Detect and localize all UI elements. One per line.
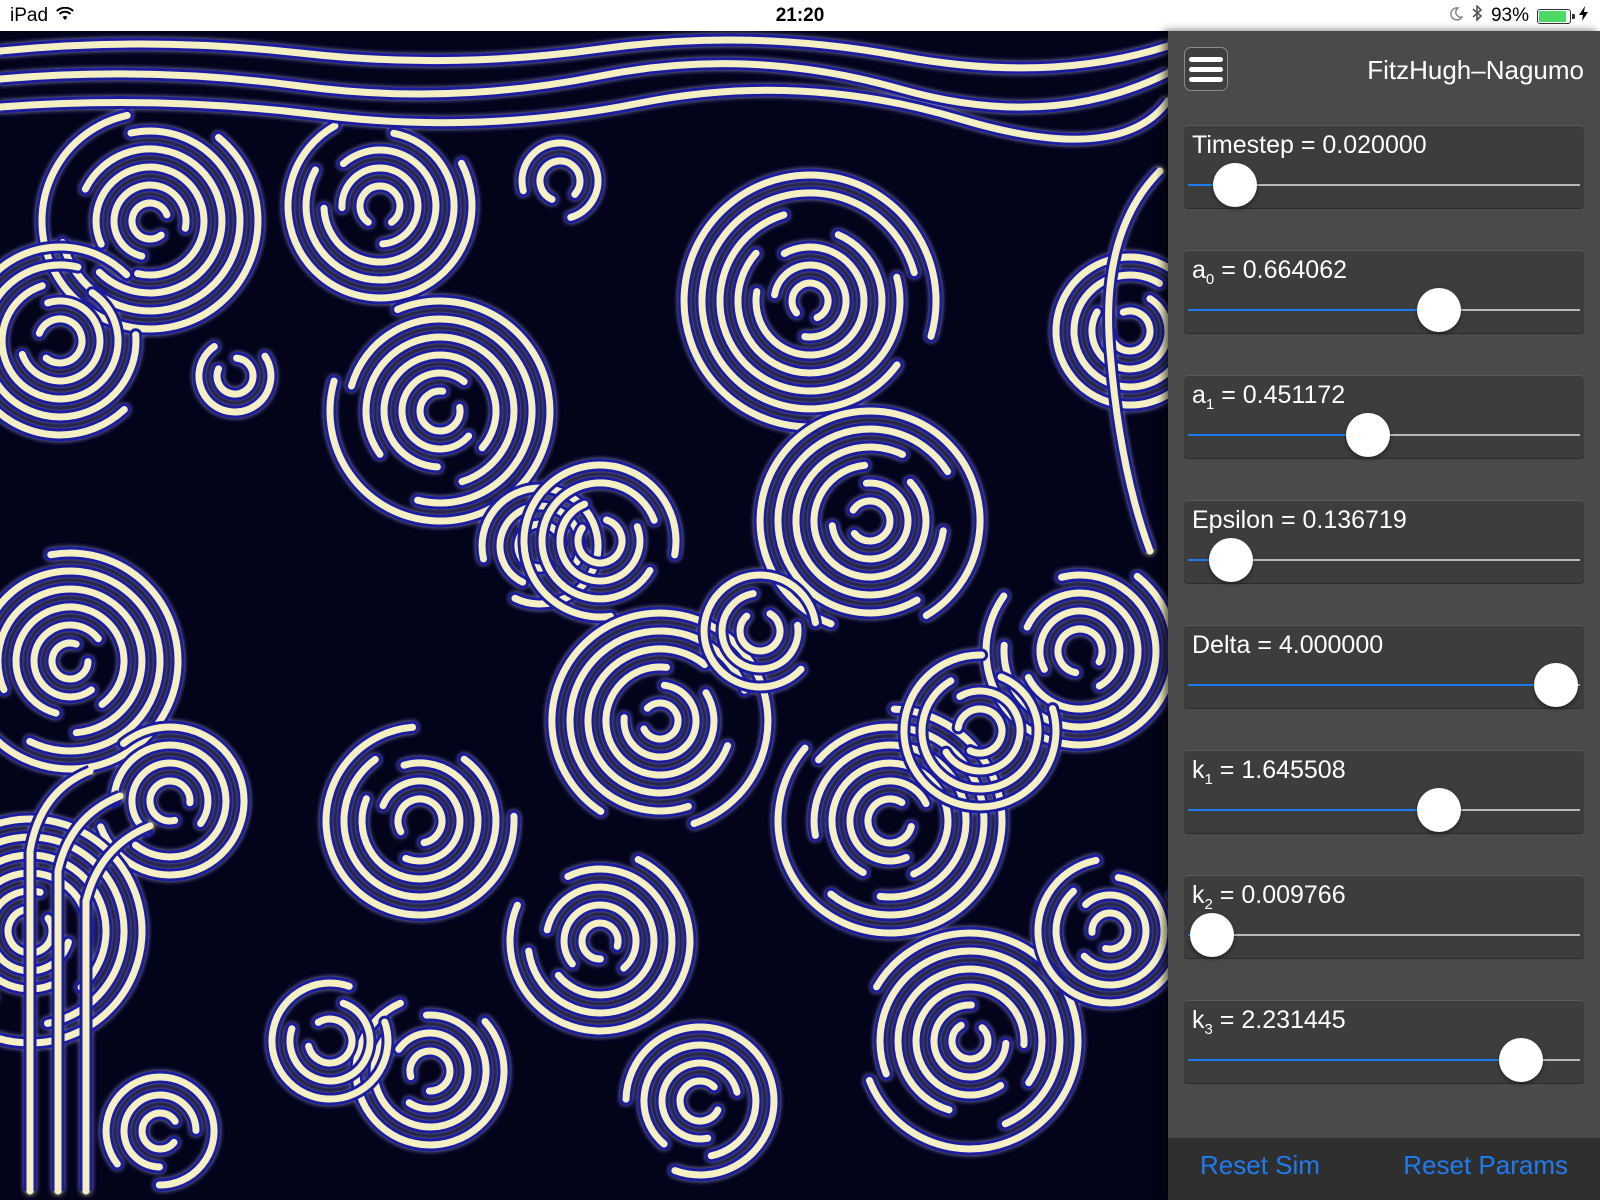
slider-thumb[interactable] (1213, 163, 1258, 207)
param-value: 2.231445 (1241, 1006, 1346, 1034)
param-slider-card: a0 = 0.664062 (1184, 250, 1584, 334)
param-name: Epsilon (1192, 506, 1274, 534)
param-value: 1.645508 (1241, 756, 1346, 784)
param-slider-card: k2 = 0.009766 (1184, 875, 1584, 959)
param-name: k (1192, 881, 1205, 909)
param-label: a1 = 0.451172 (1192, 381, 1346, 413)
charging-bolt-icon (1579, 5, 1588, 27)
param-value: 0.664062 (1242, 256, 1348, 284)
param-label: Epsilon = 0.136719 (1192, 506, 1407, 534)
param-label: k1 = 1.645508 (1192, 756, 1346, 788)
battery-icon (1537, 8, 1575, 24)
panel-title: FitzHugh–Nagumo (1367, 55, 1584, 85)
param-label: Timestep = 0.020000 (1192, 131, 1427, 159)
param-value: 0.136719 (1302, 506, 1407, 534)
slider-track[interactable] (1188, 413, 1580, 457)
reaction-diffusion-pattern (0, 31, 1168, 1200)
param-value: 0.020000 (1322, 131, 1427, 159)
slider-fill (1188, 809, 1439, 811)
slider-thumb[interactable] (1499, 1038, 1544, 1082)
slider-fill (1188, 434, 1369, 436)
battery-fill (1539, 10, 1566, 22)
param-subscript: 2 (1204, 896, 1213, 913)
slider-track[interactable] (1188, 663, 1580, 707)
param-slider-card: Timestep = 0.020000 (1184, 125, 1584, 209)
battery-percent: 93% (1490, 5, 1529, 26)
param-name: Delta (1192, 631, 1251, 659)
param-subscript: 1 (1205, 396, 1215, 413)
param-subscript: 3 (1204, 1021, 1213, 1038)
slider-fill (1188, 684, 1557, 686)
status-right: 93% (1449, 4, 1588, 27)
slider-fill (1188, 1059, 1522, 1061)
param-name: Timestep (1192, 131, 1294, 159)
status-bar: iPad 21:20 93% (0, 0, 1600, 31)
moon-icon (1449, 5, 1464, 27)
reset-sim-button[interactable]: Reset Sim (1200, 1150, 1320, 1181)
param-slider-card: k3 = 2.231445 (1184, 1000, 1584, 1084)
param-slider-card: a1 = 0.451172 (1184, 375, 1584, 459)
slider-track[interactable] (1188, 788, 1580, 832)
slider-track[interactable] (1188, 1038, 1580, 1082)
param-value: 4.000000 (1278, 631, 1384, 659)
bluetooth-icon (1471, 4, 1483, 27)
param-value: 0.451172 (1242, 381, 1346, 409)
panel-footer: Reset Sim Reset Params (1168, 1138, 1600, 1200)
param-name: a (1192, 256, 1206, 284)
slider-track[interactable] (1188, 538, 1580, 582)
hamburger-menu-icon[interactable] (1184, 47, 1228, 91)
slider-fill (1188, 309, 1439, 311)
param-slider-card: Delta = 4.000000 (1184, 625, 1584, 709)
slider-track[interactable] (1188, 163, 1580, 207)
param-subscript: 1 (1204, 771, 1213, 788)
slider-thumb[interactable] (1346, 413, 1391, 457)
param-label: Delta = 4.000000 (1192, 631, 1384, 659)
menu-bar (1189, 56, 1223, 62)
param-subscript: 0 (1205, 271, 1215, 288)
slider-thumb[interactable] (1416, 288, 1461, 332)
slider-thumb[interactable] (1534, 663, 1579, 707)
param-label: k2 = 0.009766 (1192, 881, 1346, 913)
param-slider-card: Epsilon = 0.136719 (1184, 500, 1584, 584)
param-value: 0.009766 (1241, 881, 1346, 909)
param-label: k3 = 2.231445 (1192, 1006, 1346, 1038)
slider-thumb[interactable] (1189, 913, 1234, 957)
slider-thumb[interactable] (1209, 538, 1254, 582)
menu-bar (1189, 76, 1223, 82)
param-name: k (1192, 1006, 1205, 1034)
param-name: k (1192, 756, 1205, 784)
status-time: 21:20 (775, 5, 825, 26)
simulation-canvas[interactable] (0, 31, 1168, 1200)
panel-header: FitzHugh–Nagumo (1168, 31, 1600, 111)
reset-params-button[interactable]: Reset Params (1403, 1150, 1568, 1181)
param-label: a0 = 0.664062 (1192, 256, 1348, 288)
menu-bar (1189, 66, 1223, 72)
param-slider-card: k1 = 1.645508 (1184, 750, 1584, 834)
slider-thumb[interactable] (1416, 788, 1461, 832)
param-name: a (1192, 381, 1206, 409)
slider-track[interactable] (1188, 288, 1580, 332)
slider-track[interactable] (1188, 913, 1580, 957)
control-panel: FitzHugh–Nagumo Timestep = 0.020000 a0 = … (1168, 31, 1600, 1200)
